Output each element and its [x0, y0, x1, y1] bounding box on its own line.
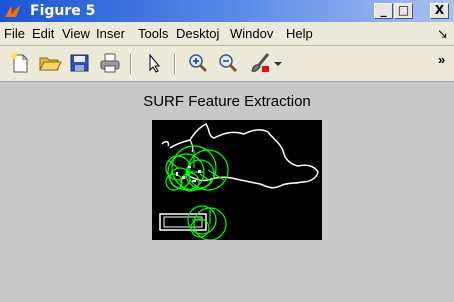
image-rectangle-inner	[163, 216, 203, 228]
menu-help[interactable]: Help	[286, 26, 313, 41]
image-outline-detail	[161, 141, 170, 147]
menu-edit[interactable]: Edit	[32, 26, 54, 41]
image-speckle	[198, 170, 201, 173]
edit-plot-arrow-icon[interactable]	[142, 52, 166, 74]
menu-window[interactable]: Windov	[230, 26, 280, 41]
image-speckle	[192, 180, 196, 182]
menu-tools[interactable]: Tools	[138, 26, 168, 41]
surf-image	[159, 123, 319, 241]
image-speckle	[176, 172, 178, 176]
window-title: Figure 5	[30, 3, 96, 19]
window-titlebar[interactable]: Figure 5 _ □ X	[0, 0, 454, 22]
toolbar-separator	[174, 54, 176, 74]
zoom-in-icon[interactable]	[186, 52, 210, 74]
menu-insert[interactable]: Inser	[96, 26, 132, 41]
image-speckle	[188, 166, 191, 168]
toolbar-separator	[130, 54, 132, 74]
zoom-out-icon[interactable]	[216, 52, 240, 74]
brush-dropdown-icon[interactable]	[272, 52, 284, 74]
menu-dock-arrow[interactable]: ↘	[437, 26, 448, 42]
menu-view[interactable]: View	[62, 26, 90, 41]
image-speckle	[182, 176, 185, 179]
image-outline	[169, 123, 319, 189]
menu-file[interactable]: File	[4, 26, 25, 41]
print-icon[interactable]	[98, 52, 122, 74]
image-axes	[152, 120, 322, 241]
toolbar-overflow-icon[interactable]: »	[438, 52, 445, 67]
close-button[interactable]: X	[430, 3, 449, 19]
minimize-button[interactable]: _	[374, 3, 393, 19]
menu-desktop[interactable]: Desktoj	[176, 26, 226, 41]
menu-bar: File Edit View Inser Tools Desktoj Windo…	[0, 22, 454, 46]
figure-toolbar: »	[0, 46, 454, 82]
open-file-icon[interactable]	[38, 52, 62, 74]
data-brush-icon[interactable]	[248, 52, 272, 74]
image-rectangle	[159, 213, 207, 231]
plot-title: SURF Feature Extraction	[143, 93, 311, 110]
matlab-app-icon	[5, 4, 21, 17]
save-icon[interactable]	[68, 52, 92, 74]
new-figure-icon[interactable]	[8, 52, 32, 74]
maximize-button[interactable]: □	[394, 3, 413, 19]
